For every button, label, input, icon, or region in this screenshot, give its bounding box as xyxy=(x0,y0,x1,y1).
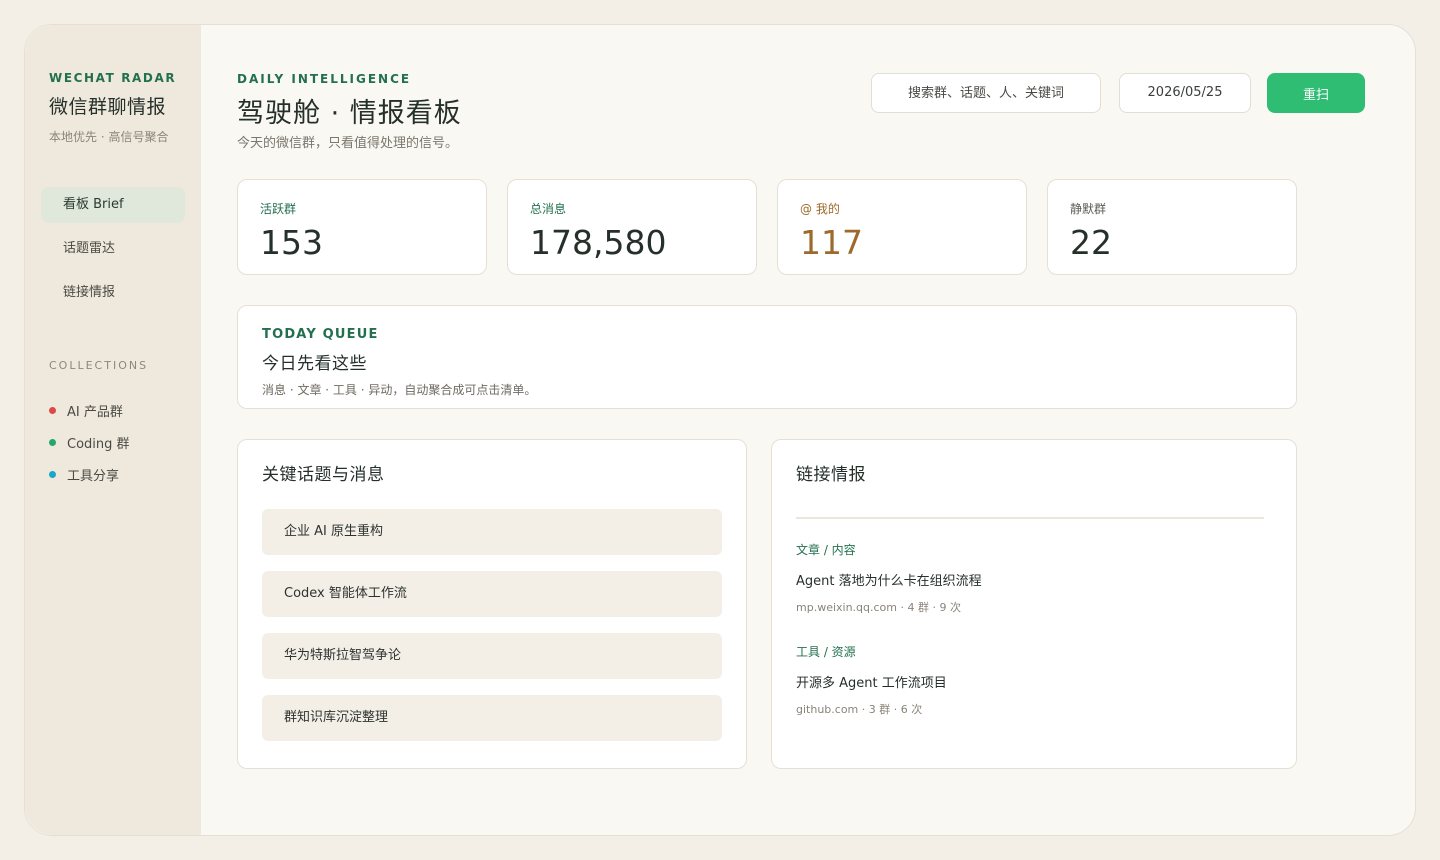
brand-kicker: WECHAT RADAR xyxy=(49,71,177,85)
nav-item-topic-radar[interactable]: 话题雷达 xyxy=(41,231,185,267)
sidebar-nav: 看板 Brief 话题雷达 链接情报 xyxy=(41,187,185,311)
page-title: 驾驶舱 · 情报看板 xyxy=(237,98,462,129)
stat-value: 117 xyxy=(800,223,863,262)
collection-item-ai-product[interactable]: AI 产品群 xyxy=(49,394,185,426)
today-queue-card[interactable]: TODAY QUEUE 今日先看这些 消息 · 文章 · 工具 · 异动，自动聚… xyxy=(237,305,1297,409)
collection-item-tools[interactable]: 工具分享 xyxy=(49,458,185,490)
sidebar: WECHAT RADAR 微信群聊情报 本地优先 · 高信号聚合 看板 Brie… xyxy=(25,25,201,835)
stat-label: 总消息 xyxy=(530,202,567,216)
topic-item[interactable]: 企业 AI 原生重构 xyxy=(262,509,722,555)
rescan-button[interactable]: 重扫 xyxy=(1267,73,1365,113)
topic-item[interactable]: 群知识库沉淀整理 xyxy=(262,695,722,741)
collection-label: Coding 群 xyxy=(67,436,130,452)
link-item[interactable]: 文章 / 内容 Agent 落地为什么卡在组织流程 mp.weixin.qq.c… xyxy=(796,541,1264,615)
stat-card-total-messages[interactable]: 总消息 178,580 xyxy=(507,179,757,275)
link-meta: mp.weixin.qq.com · 4 群 · 9 次 xyxy=(796,601,961,614)
nav-item-brief[interactable]: 看板 Brief xyxy=(41,187,185,223)
topic-item[interactable]: 华为特斯拉智驾争论 xyxy=(262,633,722,679)
stat-label: 活跃群 xyxy=(260,202,297,216)
stat-card-mentions[interactable]: @ 我的 117 xyxy=(777,179,1027,275)
collections-heading: COLLECTIONS xyxy=(49,359,149,372)
link-meta: github.com · 3 群 · 6 次 xyxy=(796,703,923,716)
link-title[interactable]: 开源多 Agent 工作流项目 xyxy=(796,672,1264,691)
collection-item-coding[interactable]: Coding 群 xyxy=(49,426,185,458)
link-category: 工具 / 资源 xyxy=(796,645,856,659)
queue-kicker: TODAY QUEUE xyxy=(262,327,379,342)
stat-card-silent-groups[interactable]: 静默群 22 xyxy=(1047,179,1297,275)
page-subtitle: 今天的微信群，只看值得处理的信号。 xyxy=(237,136,459,151)
green-dot-icon xyxy=(49,438,56,446)
stat-card-active-groups[interactable]: 活跃群 153 xyxy=(237,179,487,275)
link-item[interactable]: 工具 / 资源 开源多 Agent 工作流项目 github.com · 3 群… xyxy=(796,643,1264,717)
link-category: 文章 / 内容 xyxy=(796,543,856,557)
nav-item-link-intel[interactable]: 链接情报 xyxy=(41,275,185,311)
stat-value: 22 xyxy=(1070,223,1112,262)
stat-label: 静默群 xyxy=(1070,202,1107,216)
links-panel: 链接情报 文章 / 内容 Agent 落地为什么卡在组织流程 mp.weixin… xyxy=(771,439,1297,769)
date-picker[interactable]: 2026/05/25 xyxy=(1119,73,1251,113)
page-kicker: DAILY INTELLIGENCE xyxy=(237,72,412,86)
links-divider xyxy=(796,517,1264,519)
collection-label: AI 产品群 xyxy=(67,404,123,420)
links-panel-title: 链接情报 xyxy=(796,465,866,485)
brand-title: 微信群聊情报 xyxy=(49,96,167,118)
red-dot-icon xyxy=(49,406,56,414)
topics-panel: 关键话题与消息 企业 AI 原生重构 Codex 智能体工作流 华为特斯拉智驾争… xyxy=(237,439,747,769)
queue-title: 今日先看这些 xyxy=(262,354,367,374)
queue-subtitle: 消息 · 文章 · 工具 · 异动，自动聚合成可点击清单。 xyxy=(262,383,537,397)
link-title[interactable]: Agent 落地为什么卡在组织流程 xyxy=(796,570,1264,589)
stat-value: 178,580 xyxy=(530,223,667,262)
topic-list: 企业 AI 原生重构 Codex 智能体工作流 华为特斯拉智驾争论 群知识库沉淀… xyxy=(262,509,722,741)
topics-panel-title: 关键话题与消息 xyxy=(262,465,385,485)
search-input[interactable] xyxy=(871,73,1101,113)
stat-label: @ 我的 xyxy=(800,202,840,216)
app-window: WECHAT RADAR 微信群聊情报 本地优先 · 高信号聚合 看板 Brie… xyxy=(24,24,1416,836)
topic-item[interactable]: Codex 智能体工作流 xyxy=(262,571,722,617)
brand-subtitle: 本地优先 · 高信号聚合 xyxy=(49,130,169,144)
cyan-dot-icon xyxy=(49,470,56,478)
stats-row: 活跃群 153 总消息 178,580 @ 我的 117 静默群 22 xyxy=(237,179,1297,275)
collection-label: 工具分享 xyxy=(67,468,120,484)
collection-list: AI 产品群 Coding 群 工具分享 xyxy=(49,394,185,490)
stat-value: 153 xyxy=(260,223,323,262)
main-content: DAILY INTELLIGENCE 驾驶舱 · 情报看板 今天的微信群，只看值… xyxy=(237,25,1415,835)
